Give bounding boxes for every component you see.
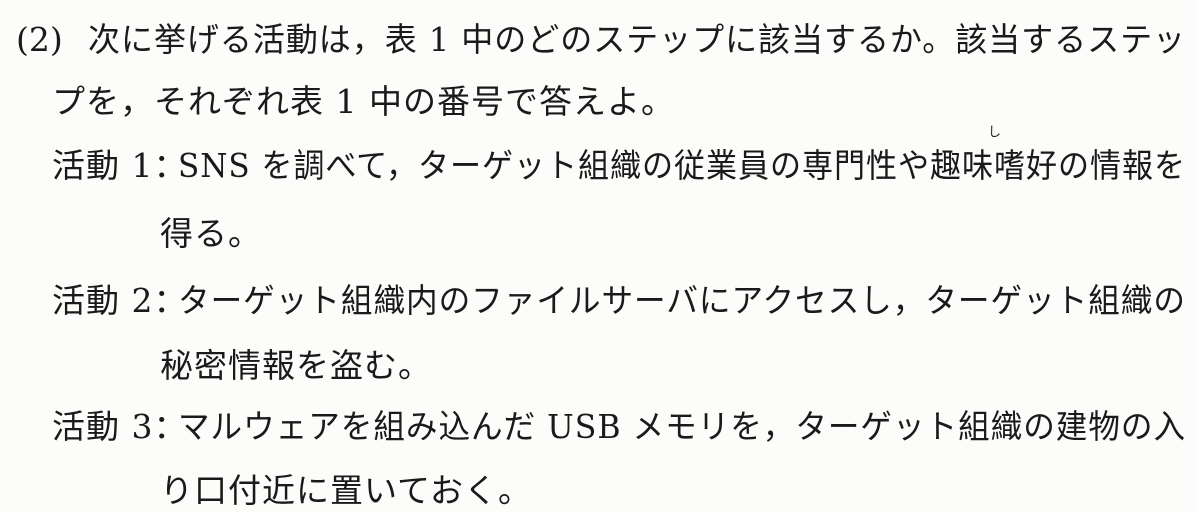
activity-2-text-line-2: 秘密情報を盗む。 [160, 346, 432, 385]
question-number: (2) [16, 20, 63, 59]
activity-3-text-line-1: マルウェアを組み込んだ USB メモリを，ターゲット組織の建物の入 [178, 407, 1187, 446]
question-text-line-1: 次に挙げる活動は，表 1 中のどのステップに該当するか。該当するステッ [88, 20, 1187, 59]
activity-1-text-line-2: 得る。 [160, 214, 262, 253]
activity-3-text-line-2: り口付近に置いておく。 [160, 471, 533, 510]
question-text-line-2: プを，それぞれ表 1 中の番号で答えよ。 [52, 82, 675, 121]
activity-1-label: 活動 1： [52, 146, 188, 185]
activity-2-text-line-1: ターゲット組織内のファイルサーバにアクセスし，ターゲット組織の [178, 281, 1186, 320]
activity-3-label: 活動 3： [52, 407, 188, 446]
exam-page: (2) 次に挙げる活動は，表 1 中のどのステップに該当するか。該当するステッ … [0, 0, 1196, 512]
activity-1-text-line-1: SNS を調べて，ターゲット組織の従業員の専門性や趣味嗜好の情報を [178, 146, 1186, 185]
furigana-shi: し [988, 125, 1002, 140]
activity-2-label: 活動 2： [52, 281, 188, 320]
